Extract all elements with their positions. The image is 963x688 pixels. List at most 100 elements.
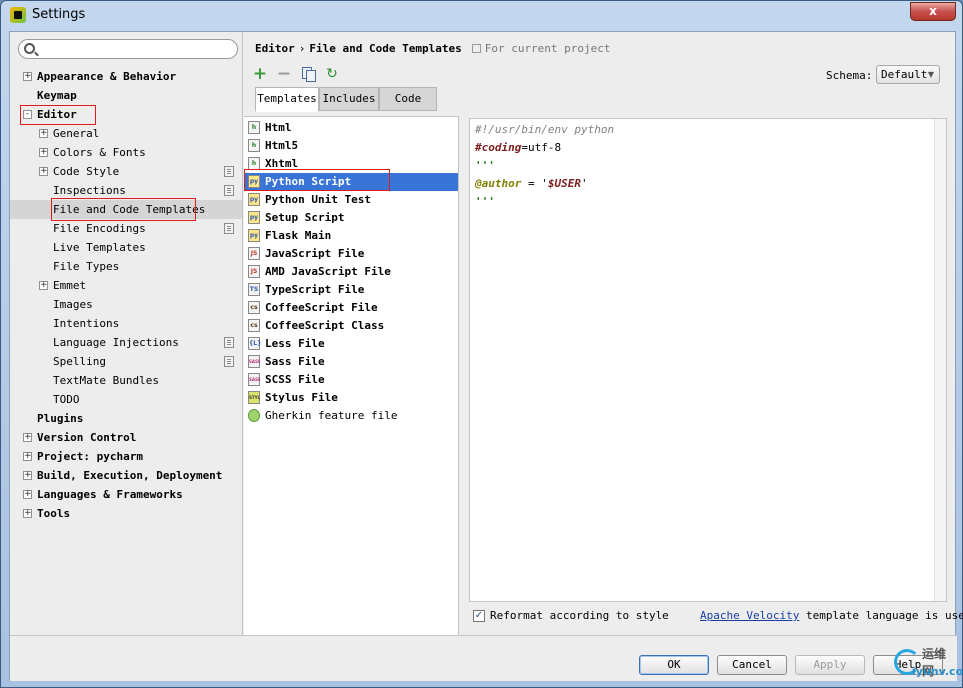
sidebar-item-images[interactable]: Images xyxy=(10,295,242,314)
sidebar-item-label: File Encodings xyxy=(53,222,146,235)
template-label: Html5 xyxy=(265,139,299,152)
sidebar-item-label: Project: pycharm xyxy=(37,450,143,463)
template-item-python-unit-test[interactable]: py Python Unit Test xyxy=(244,191,458,209)
template-item-scss-file[interactable]: SASS SCSS File xyxy=(244,371,458,389)
sidebar-item-colors-fonts[interactable]: + Colors & Fonts xyxy=(10,143,242,162)
template-item-coffeescript-file[interactable]: cs CoffeeScript File xyxy=(244,299,458,317)
expand-icon[interactable]: + xyxy=(23,509,32,518)
breadcrumb-current: File and Code Templates xyxy=(309,42,462,55)
sidebar-item-label: Code Style xyxy=(53,165,120,178)
template-item-html5[interactable]: h Html5 xyxy=(244,137,458,155)
tab-code[interactable]: Code xyxy=(379,87,437,111)
template-label: Html xyxy=(265,121,292,134)
chevron-down-icon: ▼ xyxy=(927,70,934,79)
apache-velocity-link[interactable]: Apache Velocity xyxy=(700,609,799,622)
expand-icon[interactable]: + xyxy=(23,72,32,81)
code-line-docstring-open: ''' xyxy=(475,157,495,175)
expand-icon[interactable]: + xyxy=(23,471,32,480)
coffeescript-file-icon: cs xyxy=(248,301,260,314)
tab-templates[interactable]: Templates xyxy=(255,87,319,112)
sidebar-item-intentions[interactable]: Intentions xyxy=(10,314,242,333)
expand-icon[interactable]: + xyxy=(39,167,48,176)
javascript-file-icon: JS xyxy=(248,247,260,260)
breadcrumb-separator: › xyxy=(298,42,306,55)
sidebar-item-label: TODO xyxy=(53,393,80,406)
sidebar-item-tools[interactable]: + Tools xyxy=(10,504,242,523)
gherkin-file-icon xyxy=(248,409,260,422)
template-item-javascript-file[interactable]: JS JavaScript File xyxy=(244,245,458,263)
sidebar-item-label: Keymap xyxy=(37,89,77,102)
template-item-gherkin-feature-file[interactable]: Gherkin feature file xyxy=(244,407,458,425)
template-item-setup-script[interactable]: py Setup Script xyxy=(244,209,458,227)
template-label: Setup Script xyxy=(265,211,345,224)
docstring-open: ''' xyxy=(475,159,495,172)
sidebar-item-textmate-bundles[interactable]: TextMate Bundles xyxy=(10,371,242,390)
expand-icon[interactable]: + xyxy=(23,490,32,499)
template-item-flask-main[interactable]: py Flask Main xyxy=(244,227,458,245)
sidebar-item-emmet[interactable]: + Emmet xyxy=(10,276,242,295)
apply-button[interactable]: Apply xyxy=(795,655,865,675)
sidebar-item-appearance-behavior[interactable]: + Appearance & Behavior xyxy=(10,67,242,86)
template-item-stylus-file[interactable]: STYL Stylus File xyxy=(244,389,458,407)
close-button[interactable]: x xyxy=(910,2,956,21)
expand-icon[interactable]: + xyxy=(39,148,48,157)
expand-icon[interactable]: + xyxy=(23,433,32,442)
search-icon xyxy=(24,43,35,54)
dialog-body: + Appearance & Behavior Keymap - Editor … xyxy=(9,31,963,681)
sass-file-icon: SASS xyxy=(248,355,261,368)
template-label: Less File xyxy=(265,337,325,350)
reformat-checkbox[interactable]: ✓ xyxy=(473,610,485,622)
remove-template-icon[interactable]: − xyxy=(276,66,292,83)
sidebar-item-language-injections[interactable]: Language Injections xyxy=(10,333,242,352)
expand-icon[interactable]: + xyxy=(39,129,48,138)
sidebar-item-code-style[interactable]: + Code Style xyxy=(10,162,242,181)
watermark-en: iyunv.com xyxy=(912,665,963,678)
template-item-amd-javascript-file[interactable]: JS AMD JavaScript File xyxy=(244,263,458,281)
code-line-author: @author = '$USER' xyxy=(475,175,588,193)
expand-icon[interactable]: + xyxy=(39,281,48,290)
template-item-sass-file[interactable]: SASS Sass File xyxy=(244,353,458,371)
search-box[interactable] xyxy=(18,39,238,59)
pycharm-app-icon xyxy=(10,7,26,23)
code-line-docstring-close: ''' xyxy=(475,193,495,211)
template-item-less-file[interactable]: {L} Less File xyxy=(244,335,458,353)
tab-includes[interactable]: Includes xyxy=(319,87,379,111)
sidebar-item-todo[interactable]: TODO xyxy=(10,390,242,409)
copy-template-icon[interactable] xyxy=(300,66,316,82)
sidebar-item-keymap[interactable]: Keymap xyxy=(10,86,242,105)
template-item-typescript-file[interactable]: TS TypeScript File xyxy=(244,281,458,299)
highlight-box-python-script xyxy=(244,169,390,191)
template-editor[interactable]: #!/usr/bin/env python #coding=utf-8 ''' … xyxy=(469,118,947,602)
sidebar-item-file-types[interactable]: File Types xyxy=(10,257,242,276)
sidebar-item-plugins[interactable]: Plugins xyxy=(10,409,242,428)
sidebar-item-project[interactable]: + Project: pycharm xyxy=(10,447,242,466)
ok-button[interactable]: OK xyxy=(639,655,709,675)
template-list: h Html h Html5 h Xhtml py Python Script py Py… xyxy=(244,116,459,635)
reset-template-icon[interactable]: ↻ xyxy=(324,66,340,82)
template-item-html[interactable]: h Html xyxy=(244,119,458,137)
editor-scrollbar[interactable] xyxy=(934,119,946,601)
sidebar-item-languages-frameworks[interactable]: + Languages & Frameworks xyxy=(10,485,242,504)
sidebar-item-file-encodings[interactable]: File Encodings xyxy=(10,219,242,238)
template-label: AMD JavaScript File xyxy=(265,265,391,278)
project-settings-icon xyxy=(224,356,234,367)
typescript-file-icon: TS xyxy=(248,283,260,296)
window-title: Settings xyxy=(32,7,86,22)
search-input[interactable] xyxy=(39,42,229,56)
schema-dropdown[interactable]: Default ▼ xyxy=(876,65,940,84)
sidebar-item-general[interactable]: + General xyxy=(10,124,242,143)
sidebar-item-spelling[interactable]: Spelling xyxy=(10,352,242,371)
sidebar-item-label: Tools xyxy=(37,507,71,520)
expand-icon[interactable]: + xyxy=(23,452,32,461)
add-template-icon[interactable]: + xyxy=(252,66,268,83)
template-item-coffeescript-class[interactable]: cs CoffeeScript Class xyxy=(244,317,458,335)
code-line-shebang: #!/usr/bin/env python xyxy=(475,121,614,139)
sidebar-item-build-execution-deployment[interactable]: + Build, Execution, Deployment xyxy=(10,466,242,485)
docstring-close: ''' xyxy=(475,195,495,208)
template-label: Stylus File xyxy=(265,391,338,404)
highlight-box-file-code-templates xyxy=(51,198,196,221)
cancel-button[interactable]: Cancel xyxy=(717,655,787,675)
sidebar-item-version-control[interactable]: + Version Control xyxy=(10,428,242,447)
project-settings-icon xyxy=(224,337,234,348)
sidebar-item-live-templates[interactable]: Live Templates xyxy=(10,238,242,257)
